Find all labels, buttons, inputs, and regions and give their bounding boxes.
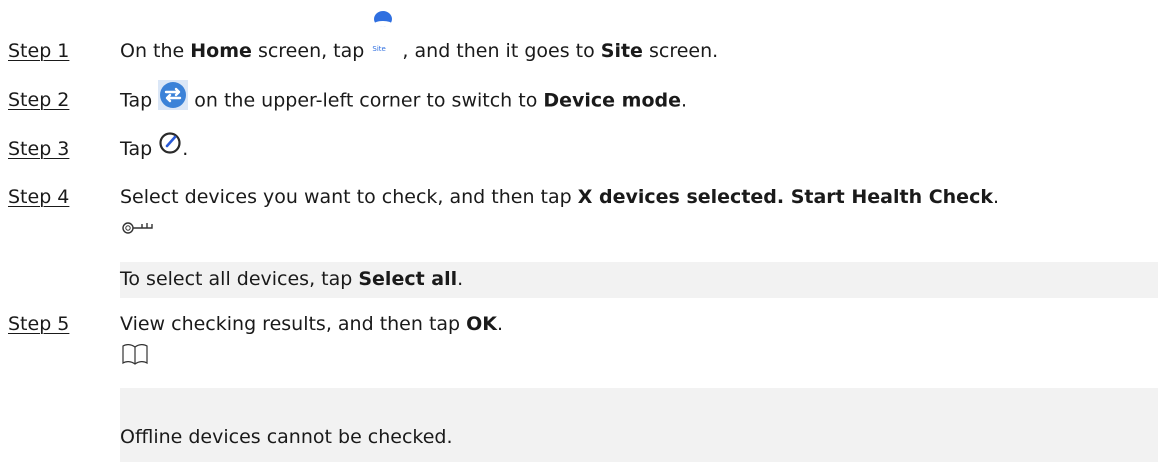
note-box [120,388,1158,462]
step-label: Step 1 [8,40,70,62]
book-icon [122,343,148,370]
step-text: Select devices you want to check, and th… [120,186,1000,208]
home-screen-label: Home [190,40,252,62]
step-label: Step 3 [8,138,70,160]
step-text: Tap on the upper-left corner to switch t… [120,80,687,113]
health-check-icon [158,131,182,161]
step-text: Tap . [120,131,188,161]
step-text: View checking results, and then tap OK. [120,313,504,335]
step-text: On the Home screen, tap Site , and then … [120,10,718,63]
site-icon: Site [370,10,396,63]
ok-label: OK [466,313,498,335]
start-health-check-label: X devices selected. Start Health Check [577,186,993,208]
note-text: Offline devices cannot be checked. [120,426,453,448]
switch-mode-icon [158,80,189,113]
step-label: Step 2 [8,89,70,111]
tip-text: To select all devices, tap Select all. [120,268,464,290]
step-label: Step 5 [8,313,70,335]
select-all-label: Select all [358,268,458,290]
site-screen-label: Site [600,40,643,62]
device-mode-label: Device mode [543,89,682,112]
key-icon [122,218,154,240]
step-label: Step 4 [8,186,70,208]
